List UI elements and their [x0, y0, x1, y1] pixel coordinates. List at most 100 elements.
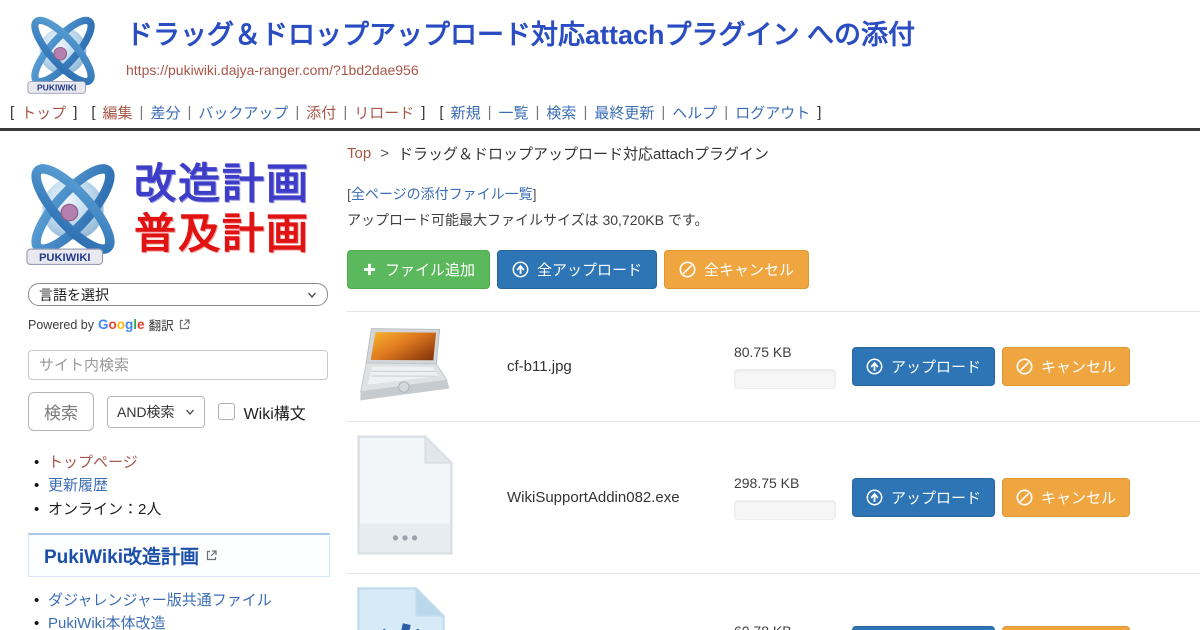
sidebar-site-logo[interactable]: PUKIWIKI 改造計画 普及計画: [14, 145, 331, 273]
logo-text-fukyuu: 普及計画: [134, 209, 310, 259]
cancel-label: キャンセル: [1041, 356, 1116, 377]
separator: |: [661, 104, 665, 121]
cancel-all-button[interactable]: 全キャンセル: [664, 250, 809, 289]
ban-circle-icon: [1016, 358, 1033, 375]
cancel-button[interactable]: キャンセル: [1002, 478, 1130, 517]
breadcrumb-home-link[interactable]: Top: [347, 145, 371, 162]
cancel-button[interactable]: キャンセル: [1002, 347, 1130, 386]
powered-by-label: Powered by: [28, 318, 94, 332]
sidebar-link-core-mod[interactable]: PukiWiki本体改造: [48, 615, 166, 630]
bracket: [: [91, 104, 95, 121]
cancel-button[interactable]: キャンセル: [1002, 626, 1130, 630]
bracket: ]: [533, 186, 537, 202]
separator: |: [343, 104, 347, 121]
separator: |: [295, 104, 299, 121]
chevron-down-icon: [307, 290, 317, 300]
separator: |: [488, 104, 492, 121]
upload-label: アップロード: [891, 356, 981, 377]
page-header: PUKIWIKI ドラッグ＆ドロップアップロード対応attachプラグイン への…: [0, 0, 1200, 96]
html-code-file-icon: [355, 585, 447, 630]
main-content: Top > ドラッグ＆ドロップアップロード対応attachプラグイン [全ページ…: [345, 131, 1200, 630]
sidebar-logo-text: 改造計画 普及計画: [134, 159, 310, 260]
banner-link[interactable]: PukiWiki改造計画: [44, 542, 199, 569]
nav-link-recent[interactable]: 最終更新: [594, 102, 654, 123]
generic-file-icon: [355, 433, 455, 557]
breadcrumb-current: ドラッグ＆ドロップアップロード対応attachプラグイン: [398, 143, 769, 164]
list-item: ダジャレンジャー版共通ファイル: [28, 589, 331, 612]
upload-button[interactable]: アップロード: [852, 626, 995, 630]
upload-progress-bar: [734, 369, 836, 389]
search-mode-select[interactable]: AND検索: [107, 396, 205, 428]
external-link-icon: [205, 549, 218, 562]
wiki-syntax-checkbox[interactable]: [218, 403, 235, 420]
separator: |: [724, 104, 728, 121]
sidebar-link-recent-changes[interactable]: 更新履歴: [48, 477, 108, 494]
sidebar-link-common-files[interactable]: ダジャレンジャー版共通ファイル: [48, 592, 272, 609]
list-item: 更新履歴: [28, 474, 331, 497]
online-users-count: オンライン：2人: [48, 501, 161, 518]
add-file-label: ファイル追加: [385, 259, 475, 280]
nav-link-backup[interactable]: バックアップ: [198, 102, 288, 123]
page-title: ドラッグ＆ドロップアップロード対応attachプラグイン への添付: [126, 20, 1200, 51]
nav-link-attach[interactable]: 添付: [306, 102, 336, 123]
breadcrumb-separator: >: [380, 145, 389, 162]
sidebar-link-toppage[interactable]: トップページ: [48, 454, 138, 471]
upload-button[interactable]: アップロード: [852, 478, 995, 517]
upload-button[interactable]: アップロード: [852, 347, 995, 386]
site-search-input[interactable]: [28, 350, 328, 380]
file-size: 298.75 KB: [734, 475, 852, 491]
external-link-icon: [178, 318, 191, 331]
upload-all-label: 全アップロード: [537, 259, 642, 280]
svg-text:PUKIWIKI: PUKIWIKI: [37, 83, 76, 93]
upload-all-button[interactable]: 全アップロード: [497, 250, 657, 289]
upload-circle-icon: [512, 261, 529, 278]
upload-label: アップロード: [891, 487, 981, 508]
top-navbar: [ トップ ] [ 編集 | 差分 | バックアップ | 添付 | リロード ]…: [10, 102, 1200, 123]
table-row: WikiSupportAddin082.exe 298.75 KB アップロード: [347, 421, 1200, 573]
add-file-button[interactable]: ファイル追加: [347, 250, 490, 289]
pukiwiki-atom-logo-icon: PUKIWIKI: [10, 6, 116, 96]
nav-link-diff[interactable]: 差分: [150, 102, 180, 123]
max-upload-size-text: アップロード可能最大ファイルサイズは 30,720KB です。: [347, 210, 1200, 230]
cancel-all-label: 全キャンセル: [704, 259, 794, 280]
bracket: ]: [73, 104, 77, 121]
chevron-down-icon: [185, 407, 195, 417]
nav-link-search[interactable]: 検索: [546, 102, 576, 123]
separator: |: [140, 104, 144, 121]
all-attachments-link[interactable]: 全ページの添付ファイル一覧: [351, 186, 533, 202]
nav-link-top[interactable]: トップ: [21, 102, 66, 123]
nav-link-help[interactable]: ヘルプ: [672, 102, 717, 123]
language-select-value: 言語を選択: [39, 285, 109, 305]
nav-link-list[interactable]: 一覧: [499, 102, 529, 123]
translate-link[interactable]: 翻訳: [149, 315, 174, 334]
bracket: ]: [817, 104, 821, 121]
list-item: オンライン：2人: [28, 498, 331, 521]
plus-icon: [362, 262, 377, 277]
upload-toolbar: ファイル追加 全アップロード 全キャンセル: [347, 250, 1200, 289]
upload-circle-icon: [866, 489, 883, 506]
pukiwiki-kaizou-banner[interactable]: PukiWiki改造計画: [28, 533, 330, 577]
nav-link-reload[interactable]: リロード: [354, 102, 414, 123]
sidebar: PUKIWIKI 改造計画 普及計画 言語を選択 Powered by Goog…: [0, 131, 345, 630]
search-button[interactable]: 検索: [28, 392, 94, 431]
table-row: contents.html 60.78 KB アップロード: [347, 573, 1200, 630]
google-translate-attribution: Powered by Google 翻訳: [28, 315, 331, 334]
breadcrumb: Top > ドラッグ＆ドロップアップロード対応attachプラグイン: [347, 143, 1200, 164]
list-item: トップページ: [28, 451, 331, 474]
nav-link-edit[interactable]: 編集: [103, 102, 133, 123]
search-mode-value: AND検索: [117, 402, 175, 422]
sidebar-top-list: トップページ 更新履歴 オンライン：2人: [28, 451, 331, 521]
page-url-link[interactable]: https://pukiwiki.dajya-ranger.com/?1bd2d…: [126, 62, 419, 78]
language-select[interactable]: 言語を選択: [28, 283, 328, 306]
laptop-photo-thumbnail: [355, 323, 459, 405]
nav-link-logout[interactable]: ログアウト: [735, 102, 810, 123]
google-logo: Google: [98, 317, 145, 332]
bracket: ]: [421, 104, 425, 121]
upload-circle-icon: [866, 358, 883, 375]
nav-link-new[interactable]: 新規: [451, 102, 481, 123]
pukiwiki-atom-logo-icon: PUKIWIKI: [14, 150, 132, 268]
ban-circle-icon: [679, 261, 696, 278]
bracket: [: [10, 104, 14, 121]
file-name: cf-b11.jpg: [507, 358, 734, 375]
file-size: 60.78 KB: [734, 623, 852, 630]
